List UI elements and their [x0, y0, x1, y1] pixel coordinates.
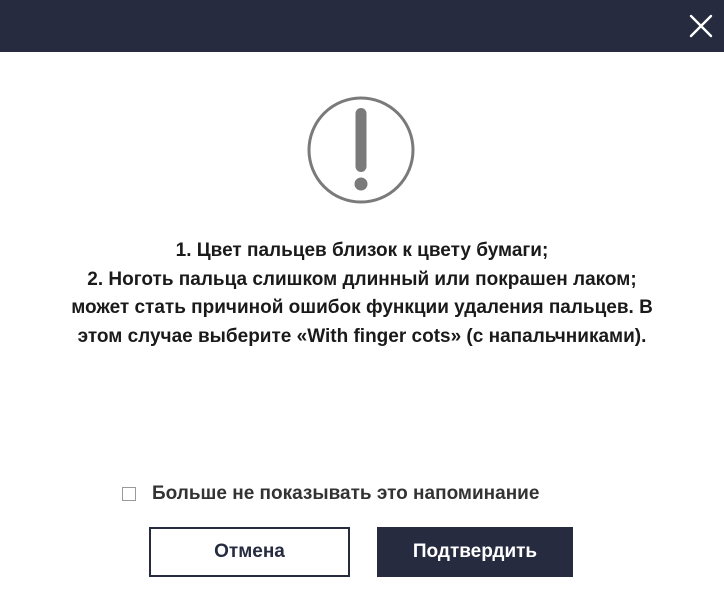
- dont-show-again-label: Больше не показывать это напоминание: [152, 483, 540, 504]
- message-line: этом случае выберите «With finger cots» …: [77, 325, 647, 347]
- cancel-button[interactable]: Отмена: [149, 527, 350, 577]
- finger-warning-dialog: 1. Цвет пальцев близок к цвету бумаги; 2…: [0, 0, 724, 600]
- dont-show-again-checkbox[interactable]: [122, 487, 136, 501]
- confirm-button[interactable]: Подтвердить: [377, 527, 573, 577]
- dont-show-again-option[interactable]: Больше не показывать это напоминание: [122, 482, 539, 506]
- close-icon: [689, 14, 713, 38]
- message-line: 1. Цвет пальцев близок к цвету бумаги;: [175, 240, 549, 261]
- close-button[interactable]: [684, 9, 718, 43]
- warning-message: 1. Цвет пальцев близок к цвету бумаги; 2…: [20, 237, 704, 351]
- exclamation-circle-icon: [306, 95, 416, 205]
- message-line: может стать причиной ошибок функции удал…: [71, 297, 653, 318]
- dialog-titlebar: [0, 0, 724, 52]
- message-line: 2. Ноготь пальца слишком длинный или пок…: [87, 268, 637, 290]
